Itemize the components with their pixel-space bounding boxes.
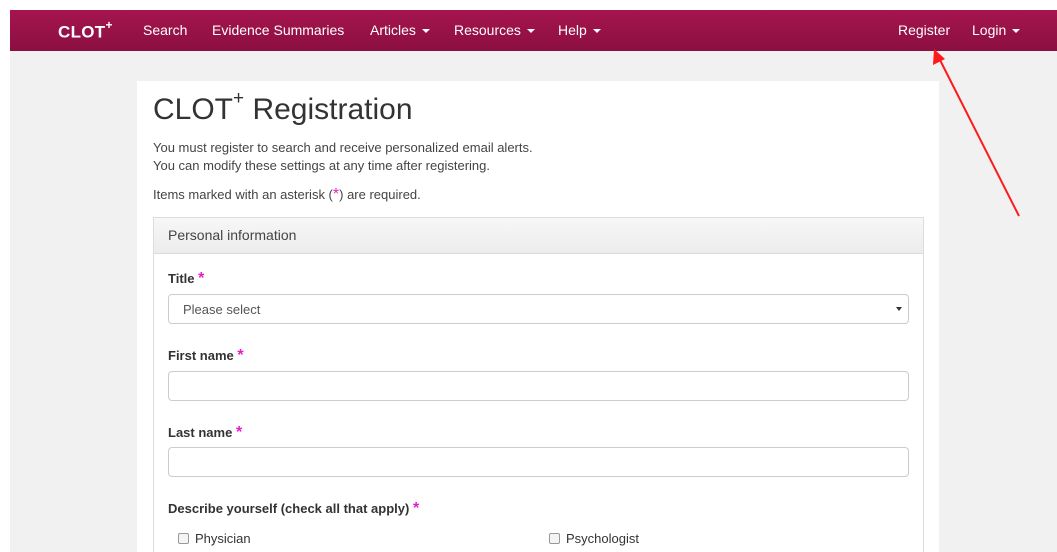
annotation-arrow-shaft xyxy=(939,59,1020,217)
page-frame: CLOT+ Search Evidence Summaries Articles… xyxy=(10,10,1057,552)
annotation-arrow-head xyxy=(933,49,945,65)
annotation-arrow-icon xyxy=(933,49,1020,217)
